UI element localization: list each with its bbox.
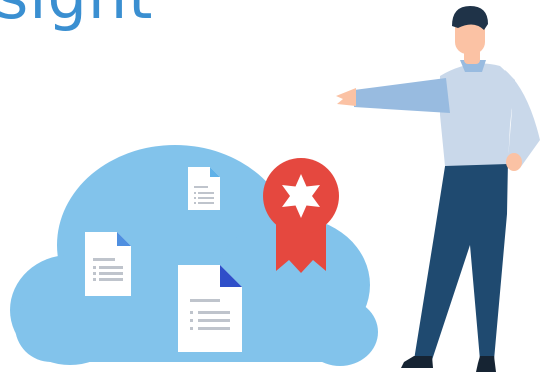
document-icon <box>188 167 220 210</box>
document-icon <box>178 265 242 352</box>
document-icon <box>85 232 131 296</box>
cloud-documents-illustration <box>10 6 540 372</box>
